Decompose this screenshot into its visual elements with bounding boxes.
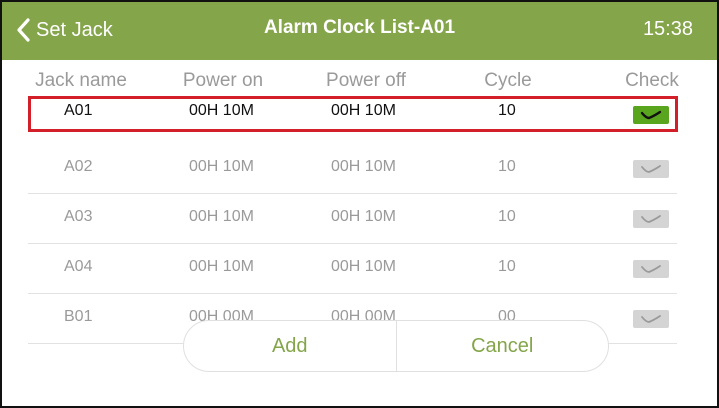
add-button[interactable]: Add bbox=[184, 321, 396, 371]
table-row[interactable]: A02 00H 10M 00H 10M 10 bbox=[2, 144, 717, 194]
check-toggle[interactable] bbox=[633, 310, 669, 328]
cell-power-off: 00H 10M bbox=[331, 258, 396, 275]
cell-cycle: 10 bbox=[498, 102, 516, 119]
page-title: Alarm Clock List-A01 bbox=[263, 17, 456, 38]
cell-jack-name: A01 bbox=[64, 102, 93, 119]
cell-jack-name: B01 bbox=[64, 308, 93, 325]
checkmark-icon bbox=[641, 215, 661, 223]
table-header: Jack name Power on Power off Cycle Check bbox=[2, 70, 717, 94]
checkmark-icon bbox=[640, 110, 662, 120]
cell-power-off: 00H 10M bbox=[331, 102, 396, 119]
check-toggle[interactable] bbox=[633, 106, 669, 124]
cell-power-on: 00H 10M bbox=[189, 258, 254, 275]
status-time: 15:38 bbox=[642, 18, 693, 40]
column-header-cycle: Cycle bbox=[484, 70, 532, 91]
app-frame: Set Jack Alarm Clock List-A01 15:38 Jack… bbox=[0, 0, 719, 408]
column-header-power-on: Power on bbox=[182, 70, 264, 91]
check-toggle[interactable] bbox=[633, 160, 669, 178]
column-header-check: Check bbox=[625, 70, 679, 91]
cell-power-on: 00H 10M bbox=[189, 158, 254, 175]
cell-power-off: 00H 10M bbox=[331, 208, 396, 225]
checkmark-icon bbox=[641, 165, 661, 173]
table-row[interactable]: A04 00H 10M 00H 10M 10 bbox=[2, 244, 717, 294]
checkmark-icon bbox=[641, 265, 661, 273]
cell-jack-name: A02 bbox=[64, 158, 93, 175]
cell-jack-name: A04 bbox=[64, 258, 93, 275]
cancel-button[interactable]: Cancel bbox=[395, 321, 609, 371]
cell-cycle: 10 bbox=[498, 258, 516, 275]
column-header-jack-name: Jack name bbox=[35, 70, 127, 91]
checkmark-icon bbox=[641, 315, 661, 323]
check-toggle[interactable] bbox=[633, 210, 669, 228]
cell-cycle: 10 bbox=[498, 158, 516, 175]
table-row[interactable]: A01 00H 10M 00H 10M 10 bbox=[2, 94, 717, 144]
cell-cycle: 10 bbox=[498, 208, 516, 225]
cell-jack-name: A03 bbox=[64, 208, 93, 225]
action-bar: Add Cancel bbox=[183, 320, 609, 372]
column-header-power-off: Power off bbox=[326, 70, 406, 91]
cell-power-off: 00H 10M bbox=[331, 158, 396, 175]
table-row[interactable]: A03 00H 10M 00H 10M 10 bbox=[2, 194, 717, 244]
header-bar: Set Jack Alarm Clock List-A01 15:38 bbox=[2, 2, 717, 60]
cell-power-on: 00H 10M bbox=[189, 208, 254, 225]
check-toggle[interactable] bbox=[633, 260, 669, 278]
cell-power-on: 00H 10M bbox=[189, 102, 254, 119]
alarm-list: A01 00H 10M 00H 10M 10 A02 00H 10M 00H 1… bbox=[2, 94, 717, 344]
